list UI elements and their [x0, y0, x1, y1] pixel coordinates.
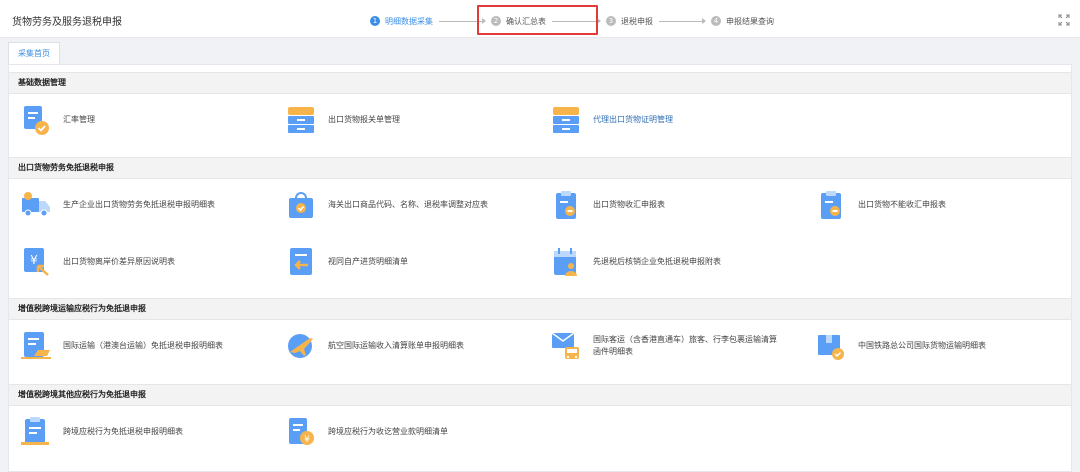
svg-text:¥: ¥: [304, 435, 310, 445]
item-no-forex-receipt[interactable]: 出口货物不能收汇申报表: [816, 188, 946, 222]
item-label: 汇率管理: [63, 115, 95, 124]
item-label: 出口货物不能收汇申报表: [858, 200, 946, 209]
top-bar: 货物劳务及服务退税申报 1 明细数据采集 2 确认汇总表 3 退税申报 4 申报…: [0, 0, 1080, 38]
item-cross-border-receipts[interactable]: ¥ 跨境应税行为收讫营业款明细清单: [286, 415, 448, 449]
item-label: 先退税后核销企业免抵退税申报附表: [593, 257, 721, 266]
yen-doc-icon: ¥: [24, 248, 49, 276]
section-header: 基础数据管理: [9, 72, 1071, 94]
item-label: 国际运输（港澳台运输）免抵退税申报明细表: [63, 341, 223, 350]
step-1[interactable]: 1 明细数据采集: [370, 14, 433, 28]
tab-bar: 采集首页: [0, 38, 1080, 64]
clipboard-icon: [556, 191, 576, 219]
shopping-bag-icon: [289, 192, 313, 218]
step-4[interactable]: 4 申报结果查询: [711, 14, 774, 28]
step-number: 3: [606, 16, 616, 26]
item-forex-receipt[interactable]: 出口货物收汇申报表: [551, 188, 665, 222]
truck-icon: [22, 192, 50, 217]
item-customs-code-mapping[interactable]: 海关出口商品代码、名称、退税率调整对应表: [286, 188, 488, 222]
item-label: 中国铁路总公司国际货物运输明细表: [858, 341, 986, 350]
item-label: 出口货物离岸价差异原因说明表: [63, 257, 175, 266]
tab-collection-home[interactable]: 采集首页: [8, 42, 60, 64]
step-label: 明细数据采集: [385, 16, 433, 26]
airplane-globe-icon: [288, 334, 313, 358]
item-label: 视同自产进货明细清单: [328, 257, 408, 266]
item-label: 出口货物报关单管理: [328, 115, 400, 124]
item-railway-freight[interactable]: 中国铁路总公司国际货物运输明细表: [816, 329, 986, 363]
item-production-detail[interactable]: 生产企业出口货物劳务免抵退税申报明细表: [21, 188, 215, 222]
item-deemed-self-produced[interactable]: 视同自产进货明细清单: [286, 245, 408, 279]
item-label: 国际客运（含香港直通车）旅客、行李包裹运输清算函件明细表: [593, 335, 777, 356]
item-cross-border-detail[interactable]: 跨境应税行为免抵退税申报明细表: [21, 415, 183, 449]
item-exchange-rate[interactable]: 汇率管理: [21, 103, 95, 137]
cabinet-icon: [288, 107, 314, 133]
step-number: 1: [370, 16, 380, 26]
clipboard-minus-icon: [821, 191, 841, 219]
section-header: 增值税跨境其他应税行为免抵退申报: [9, 384, 1071, 406]
mail-bus-icon: [551, 332, 579, 359]
item-intl-transport[interactable]: 国际运输（港澳台运输）免抵退税申报明细表: [21, 329, 223, 363]
item-fob-difference[interactable]: ¥ 出口货物离岸价差异原因说明表: [21, 245, 175, 279]
item-agency-export-cert[interactable]: 代理出口货物证明管理: [551, 103, 673, 137]
item-refund-first-schedule[interactable]: 先退税后核销企业免抵退税申报附表: [551, 245, 721, 279]
item-label: 航空国际运输收入清算账单申报明细表: [328, 341, 464, 350]
item-air-transport[interactable]: 航空国际运输收入清算账单申报明细表: [286, 329, 464, 363]
item-intl-passenger[interactable]: 国际客运（含香港直通车）旅客、行李包裹运输清算函件明细表: [551, 329, 783, 363]
main-content: 基础数据管理 汇率管理 出口货物报关单管理 代理出口货物证明管理 出口货物劳务免…: [8, 64, 1072, 472]
section-header: 增值税跨境运输应税行为免抵退申报: [9, 298, 1071, 320]
ship-doc-icon: [21, 332, 51, 359]
step-3[interactable]: 3 退税申报: [606, 14, 653, 28]
exchange-rate-doc-icon: [24, 106, 49, 135]
calendar-user-icon: [554, 248, 577, 276]
package-check-icon: [818, 335, 844, 360]
step-arrow-icon: [659, 18, 706, 24]
item-label: 代理出口货物证明管理: [593, 115, 673, 124]
item-label: 海关出口商品代码、名称、退税率调整对应表: [328, 200, 488, 209]
item-label: 跨境应税行为免抵退税申报明细表: [63, 427, 183, 436]
svg-text:¥: ¥: [30, 253, 38, 267]
step-label: 申报结果查询: [726, 16, 774, 26]
import-doc-icon: [290, 248, 312, 275]
cabinet-icon: [553, 107, 579, 133]
step-number: 4: [711, 16, 721, 26]
step-label: 退税申报: [621, 16, 653, 26]
page-title: 货物劳务及服务退税申报: [12, 17, 122, 28]
item-label: 跨境应税行为收讫营业款明细清单: [328, 427, 448, 436]
doc-yen-icon: ¥: [289, 418, 314, 445]
doc-check-icon: [21, 417, 49, 445]
fullscreen-icon[interactable]: [1058, 14, 1070, 26]
item-label: 生产企业出口货物劳务免抵退税申报明细表: [63, 200, 215, 209]
highlight-box: [477, 5, 598, 35]
item-customs-declaration[interactable]: 出口货物报关单管理: [286, 103, 400, 137]
item-label: 出口货物收汇申报表: [593, 200, 665, 209]
section-header: 出口货物劳务免抵退税申报: [9, 157, 1071, 179]
